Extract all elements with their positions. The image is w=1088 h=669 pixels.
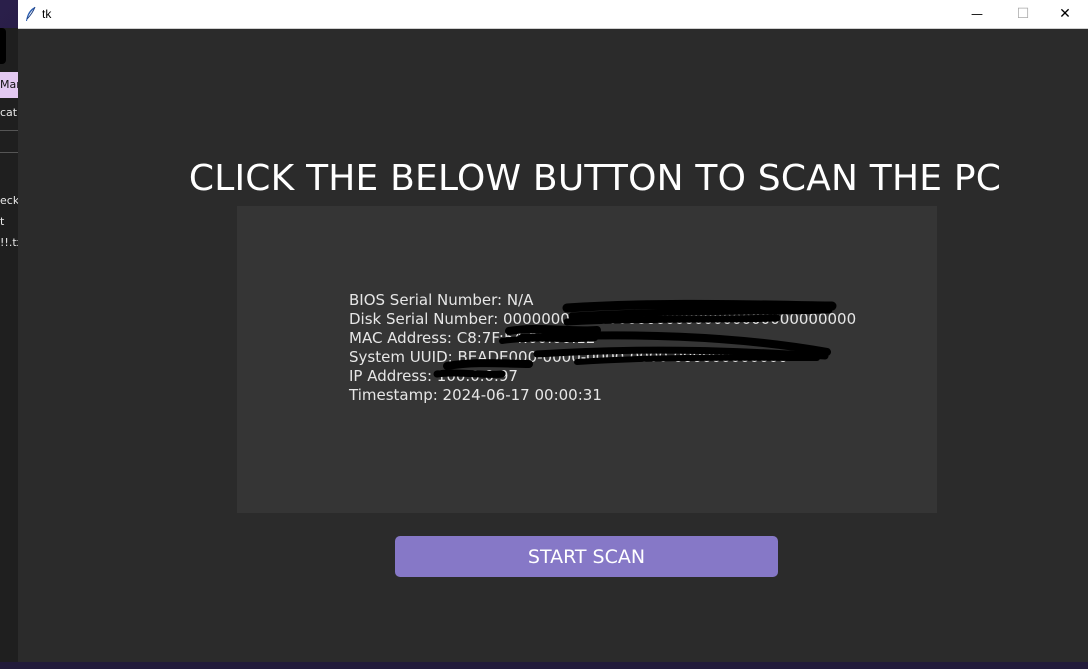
system-info-list: BIOS Serial Number: N/A Disk Serial Numb… [349, 291, 856, 405]
feather-icon [26, 6, 36, 21]
timestamp-line: Timestamp: 2024-06-17 00:00:31 [349, 386, 602, 404]
background-app-list-item: !!.tx [0, 236, 18, 249]
disk-serial-line: Disk Serial Number: 00000000000000000000… [349, 310, 857, 328]
results-panel: BIOS Serial Number: N/A Disk Serial Numb… [237, 206, 937, 513]
background-app-divider [0, 130, 18, 131]
tk-window: tk — ☐ ✕ CLICK THE BELOW BUTTON TO SCAN … [18, 0, 1088, 662]
page-heading: CLICK THE BELOW BUTTON TO SCAN THE PC [188, 158, 1002, 199]
start-scan-button[interactable]: START SCAN [395, 536, 778, 577]
background-app-window: Man cati ecke t !!.tx [0, 28, 18, 669]
close-button[interactable]: ✕ [1042, 0, 1088, 28]
maximize-icon: ☐ [1016, 6, 1030, 22]
title-bar[interactable]: tk — ☐ ✕ [18, 0, 1088, 29]
system-uuid-line: System UUID: BEADE000-0000-0000-0000-000… [349, 348, 788, 366]
mac-address-line: MAC Address: C8:7F:54:00:00:12 [349, 329, 596, 347]
background-app-list-item: ecke [0, 194, 18, 207]
bios-serial-line: BIOS Serial Number: N/A [349, 291, 534, 309]
taskbar [0, 662, 1088, 669]
minimize-button[interactable]: — [954, 0, 1000, 28]
background-app-text: cati [0, 106, 18, 119]
ip-address-line: IP Address: 100.0.0.97 [349, 367, 518, 385]
minimize-icon: — [971, 7, 983, 21]
background-app-list-item: t [0, 215, 5, 228]
maximize-button[interactable]: ☐ [1000, 0, 1046, 28]
background-app-logo [0, 28, 6, 64]
background-app-divider [0, 152, 18, 153]
background-app-tab: Man [0, 72, 18, 98]
close-icon: ✕ [1059, 6, 1071, 22]
window-title: tk [42, 7, 52, 21]
